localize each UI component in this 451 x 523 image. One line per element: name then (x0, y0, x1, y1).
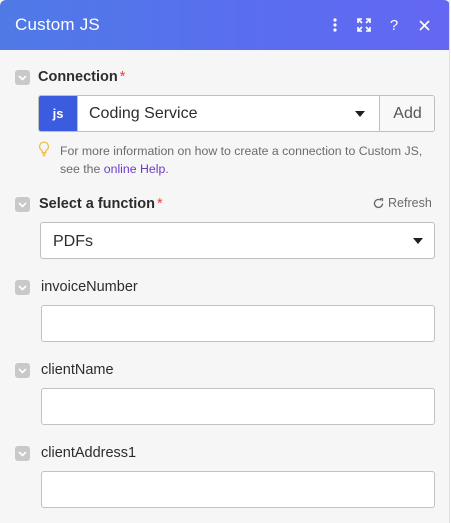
collapse-toggle-function[interactable] (15, 197, 30, 212)
connection-hint: For more information on how to create a … (60, 142, 430, 178)
more-vertical-icon[interactable] (325, 15, 345, 35)
collapse-toggle-invoice-number[interactable] (15, 280, 30, 295)
refresh-label: Refresh (388, 196, 432, 210)
connection-select[interactable]: Coding Service (77, 96, 379, 131)
help-icon[interactable]: ? (384, 15, 404, 35)
refresh-button[interactable]: Refresh (373, 196, 432, 210)
function-select[interactable]: PDFs (40, 222, 435, 259)
hint-end: . (165, 162, 169, 176)
chevron-down-icon (355, 111, 365, 117)
collapse-toggle-client-name[interactable] (15, 363, 30, 378)
refresh-icon (373, 197, 384, 208)
required-mark: * (119, 69, 126, 85)
lightbulb-icon (38, 141, 50, 162)
expand-icon[interactable] (354, 15, 374, 35)
invoice-number-input[interactable] (41, 305, 435, 342)
client-address1-input[interactable] (41, 471, 435, 508)
add-connection-button[interactable]: Add (379, 96, 434, 131)
collapse-toggle-connection[interactable] (15, 70, 30, 85)
module-settings-panel: Custom JS ? Connection * js Coding Servi… (0, 0, 450, 523)
js-app-icon: js (39, 96, 77, 131)
online-help-link[interactable]: online Help (104, 162, 166, 176)
function-label-text: Select a function (39, 196, 156, 212)
close-icon[interactable] (414, 15, 434, 35)
invoice-number-label: invoiceNumber (41, 279, 138, 295)
client-name-input[interactable] (41, 388, 435, 425)
panel-header: Custom JS ? (0, 0, 449, 50)
collapse-toggle-client-address1[interactable] (15, 446, 30, 461)
client-name-label: clientName (41, 362, 114, 378)
required-mark: * (157, 196, 163, 212)
connection-selected-value: Coding Service (89, 105, 198, 122)
client-address1-label: clientAddress1 (41, 445, 137, 461)
connection-label: Connection * (38, 69, 125, 85)
function-selected-value: PDFs (53, 233, 93, 250)
chevron-down-icon (413, 238, 423, 244)
panel-title: Custom JS (15, 15, 100, 34)
connection-picker: js Coding Service Add (38, 95, 435, 132)
connection-label-text: Connection (38, 69, 118, 85)
function-label: Select a function * (39, 196, 163, 212)
